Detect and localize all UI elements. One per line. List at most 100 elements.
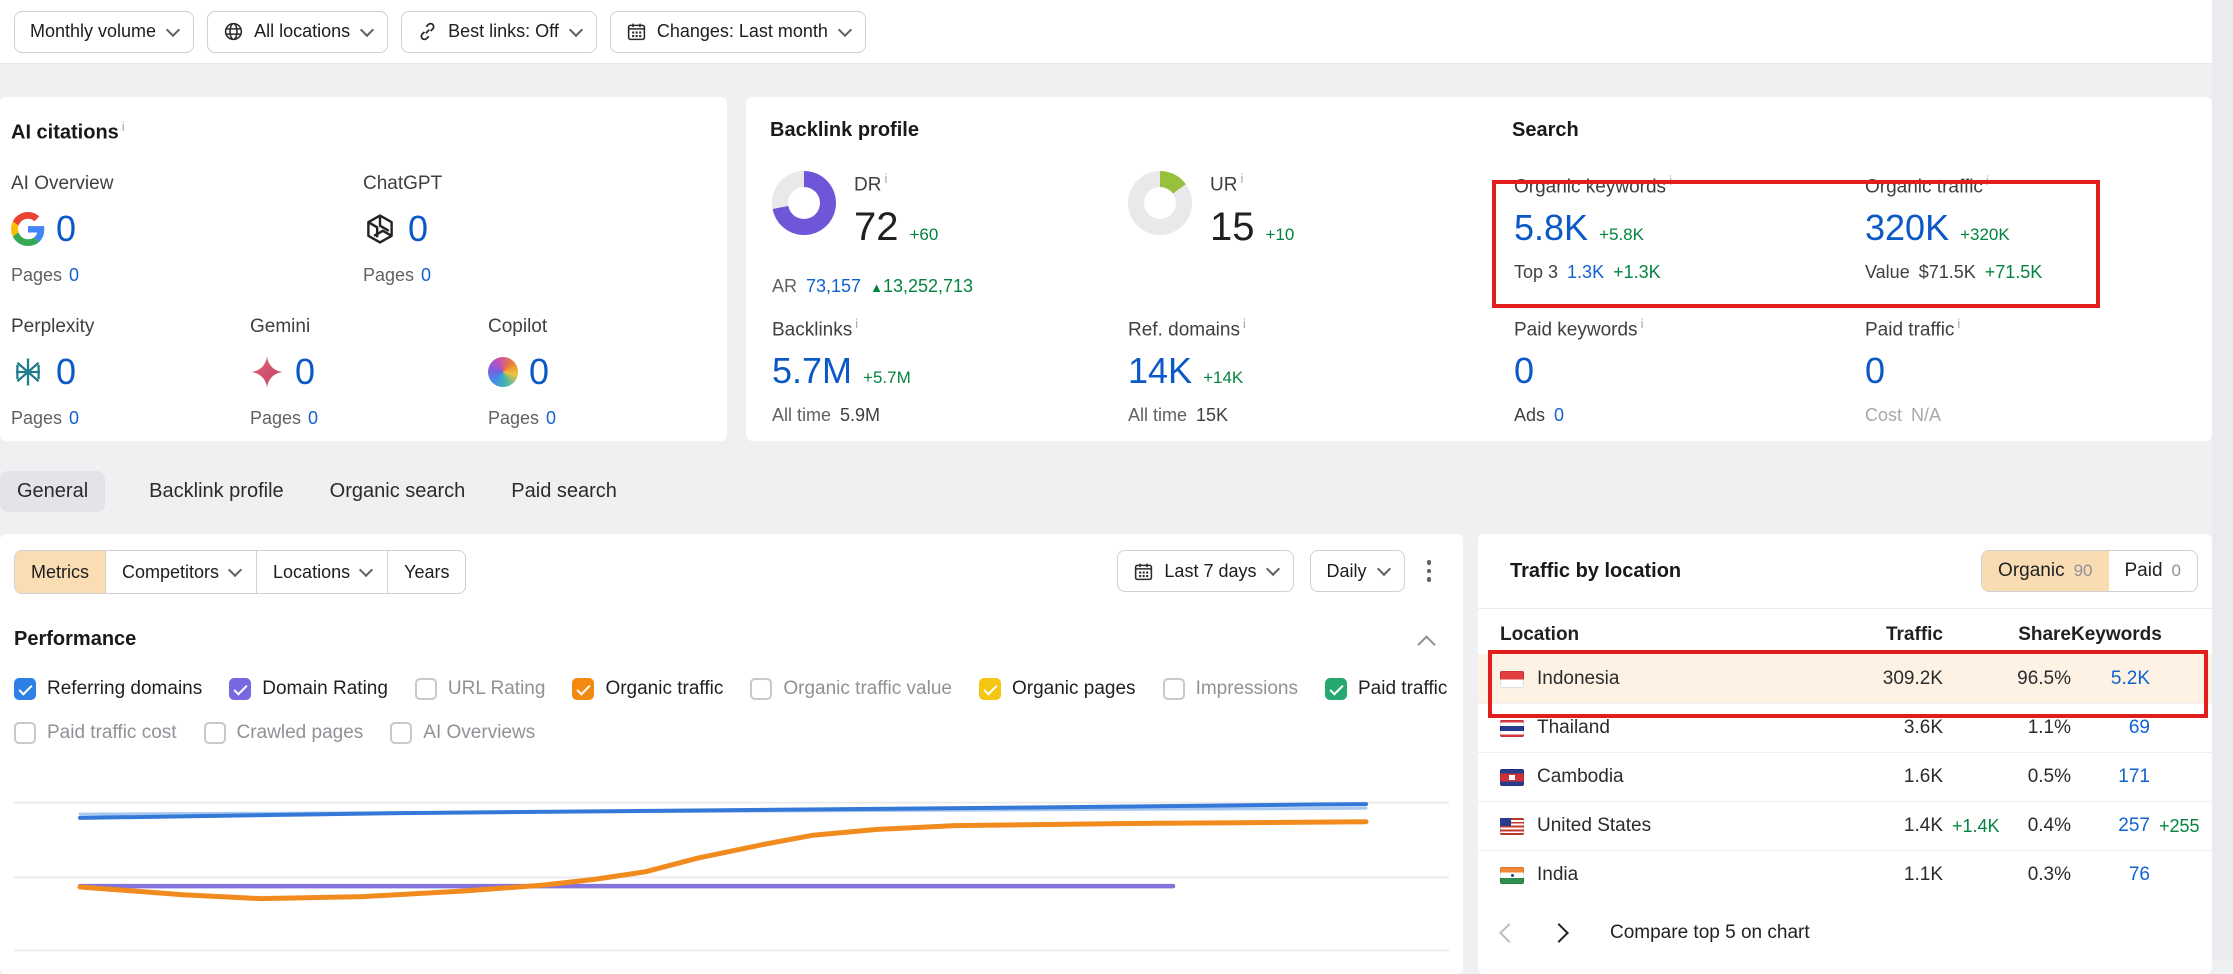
table-row-cambodia[interactable]: Cambodia 1.6K 0.5% 171 <box>1478 752 2212 801</box>
more-options-button[interactable] <box>1421 552 1438 590</box>
next-page-icon[interactable] <box>1549 923 1569 943</box>
checkbox-icon[interactable] <box>979 678 1001 700</box>
top3-value-link[interactable]: 1.3K <box>1567 262 1604 283</box>
keywords-link[interactable]: 171 <box>2071 766 2150 788</box>
tab-general[interactable]: General <box>0 471 105 512</box>
tab-paid-search[interactable]: Paid search <box>509 471 619 512</box>
keywords-link[interactable]: 69 <box>2071 717 2150 739</box>
organic-keywords-value[interactable]: 5.8K <box>1514 207 1588 249</box>
table-row-thailand[interactable]: Thailand 3.6K 1.1% 69 <box>1478 703 2212 752</box>
info-icon[interactable]: i <box>1240 171 1243 186</box>
checkbox-icon[interactable] <box>1163 678 1185 700</box>
table-row-indonesia[interactable]: Indonesia 309.2K 96.5% 5.2K <box>1478 654 2212 703</box>
segment-locations[interactable]: Locations <box>256 551 387 593</box>
alltime-label: All time <box>772 405 831 426</box>
scrollbar-track[interactable] <box>2212 0 2233 960</box>
search-panel: Search Organic keywordsi 5.8K+5.8K Top 3… <box>1500 97 2212 441</box>
granularity-dropdown[interactable]: Daily <box>1310 550 1404 592</box>
checkbox-icon[interactable] <box>572 678 594 700</box>
performance-line-chart[interactable] <box>14 768 1449 960</box>
checkbox-icon[interactable] <box>390 722 412 744</box>
locations-dropdown[interactable]: All locations <box>207 11 388 53</box>
pages-value-link[interactable]: 0 <box>546 408 556 428</box>
info-icon[interactable]: i <box>1243 316 1246 331</box>
segment-competitors[interactable]: Competitors <box>105 551 256 593</box>
best-links-dropdown[interactable]: Best links: Off <box>401 11 597 53</box>
ads-value-link[interactable]: 0 <box>1554 405 1564 426</box>
column-traffic: Traffic <box>1833 624 1943 646</box>
keywords-link[interactable]: 257 <box>2071 815 2150 837</box>
pages-value-link[interactable]: 0 <box>69 408 79 428</box>
collapse-chevron-icon[interactable] <box>1417 635 1435 653</box>
paid-keywords-value[interactable]: 0 <box>1514 350 1534 392</box>
best-links-label: Best links: Off <box>448 21 559 42</box>
chevron-down-icon <box>1376 562 1390 576</box>
pages-value-link[interactable]: 0 <box>69 265 79 285</box>
keywords-link[interactable]: 5.2K <box>2071 668 2150 690</box>
metric-checkbox-organic-traffic[interactable]: Organic traffic <box>572 678 723 700</box>
granularity-label: Daily <box>1326 561 1366 582</box>
keywords-link[interactable]: 76 <box>2071 864 2150 886</box>
info-icon[interactable]: i <box>1641 316 1644 331</box>
monthly-volume-dropdown[interactable]: Monthly volume <box>14 11 194 53</box>
segment-years[interactable]: Years <box>387 551 465 593</box>
metric-checkbox-referring-domains[interactable]: Referring domains <box>14 678 202 700</box>
segment-metrics[interactable]: Metrics <box>15 551 105 593</box>
ur-value: 15 <box>1210 205 1255 250</box>
metric-checkbox-ai-overviews[interactable]: AI Overviews <box>390 722 535 744</box>
info-icon[interactable]: i <box>1957 316 1960 331</box>
metric-checkbox-paid-traffic-cost[interactable]: Paid traffic cost <box>14 722 177 744</box>
paid-keywords-metric: Paid keywordsi 0 Ads0 <box>1514 316 1643 426</box>
checkbox-icon[interactable] <box>204 722 226 744</box>
metric-checkbox-impressions[interactable]: Impressions <box>1163 678 1298 700</box>
location-name: Thailand <box>1537 717 1610 739</box>
checkbox-icon[interactable] <box>750 678 772 700</box>
info-icon[interactable]: i <box>855 316 858 331</box>
globe-icon <box>223 21 244 42</box>
tab-organic-search[interactable]: Organic search <box>328 471 468 512</box>
toggle-organic[interactable]: Organic90 <box>1982 551 2108 591</box>
info-icon[interactable]: i <box>1669 173 1672 188</box>
checkbox-icon[interactable] <box>229 678 251 700</box>
info-icon[interactable]: i <box>122 119 125 134</box>
perplexity-label: Perplexity <box>11 316 241 338</box>
chevron-down-icon <box>166 22 180 36</box>
checkbox-icon[interactable] <box>1325 678 1347 700</box>
table-row-united-states[interactable]: United States 1.4K +1.4K 0.4% 257 +255 <box>1478 801 2212 850</box>
toggle-paid[interactable]: Paid0 <box>2109 551 2198 591</box>
ur-delta: +10 <box>1266 225 1295 245</box>
paid-traffic-value[interactable]: 0 <box>1865 350 1885 392</box>
gemini-value: 0 <box>295 351 315 393</box>
perplexity-value: 0 <box>56 351 76 393</box>
changes-dropdown[interactable]: Changes: Last month <box>610 11 866 53</box>
metric-checkbox-organic-traffic-value[interactable]: Organic traffic value <box>750 678 952 700</box>
checkbox-icon[interactable] <box>415 678 437 700</box>
metric-checkbox-paid-traffic[interactable]: Paid traffic <box>1325 678 1447 700</box>
previous-page-icon[interactable] <box>1499 923 1519 943</box>
metric-checkbox-organic-pages[interactable]: Organic pages <box>979 678 1136 700</box>
metric-toggles: Referring domains Domain Rating URL Rati… <box>14 678 1448 744</box>
ar-value-link[interactable]: 73,157 <box>806 276 861 297</box>
organic-count: 90 <box>2074 561 2093 581</box>
metric-checkbox-url-rating[interactable]: URL Rating <box>415 678 546 700</box>
pages-value-link[interactable]: 0 <box>308 408 318 428</box>
alltime-value: 15K <box>1196 405 1228 426</box>
locations-label: All locations <box>254 21 350 42</box>
organic-traffic-label: Organic traffic <box>1865 176 1983 197</box>
value-amount: $71.5K <box>1919 262 1976 283</box>
compare-top5-button[interactable]: Compare top 5 on chart <box>1610 922 1810 944</box>
pages-value-link[interactable]: 0 <box>421 265 431 285</box>
table-row-india[interactable]: India 1.1K 0.3% 76 <box>1478 850 2212 899</box>
info-icon[interactable]: i <box>1986 173 1989 188</box>
ref-domains-value[interactable]: 14K <box>1128 350 1192 392</box>
backlinks-value[interactable]: 5.7M <box>772 350 852 392</box>
checkbox-icon[interactable] <box>14 678 36 700</box>
organic-traffic-value[interactable]: 320K <box>1865 207 1949 249</box>
copilot-label: Copilot <box>488 316 718 338</box>
tab-backlink-profile[interactable]: Backlink profile <box>147 471 286 512</box>
info-icon[interactable]: i <box>884 171 887 186</box>
date-range-dropdown[interactable]: Last 7 days <box>1117 550 1294 592</box>
metric-checkbox-crawled-pages[interactable]: Crawled pages <box>204 722 364 744</box>
metric-checkbox-domain-rating[interactable]: Domain Rating <box>229 678 388 700</box>
checkbox-icon[interactable] <box>14 722 36 744</box>
